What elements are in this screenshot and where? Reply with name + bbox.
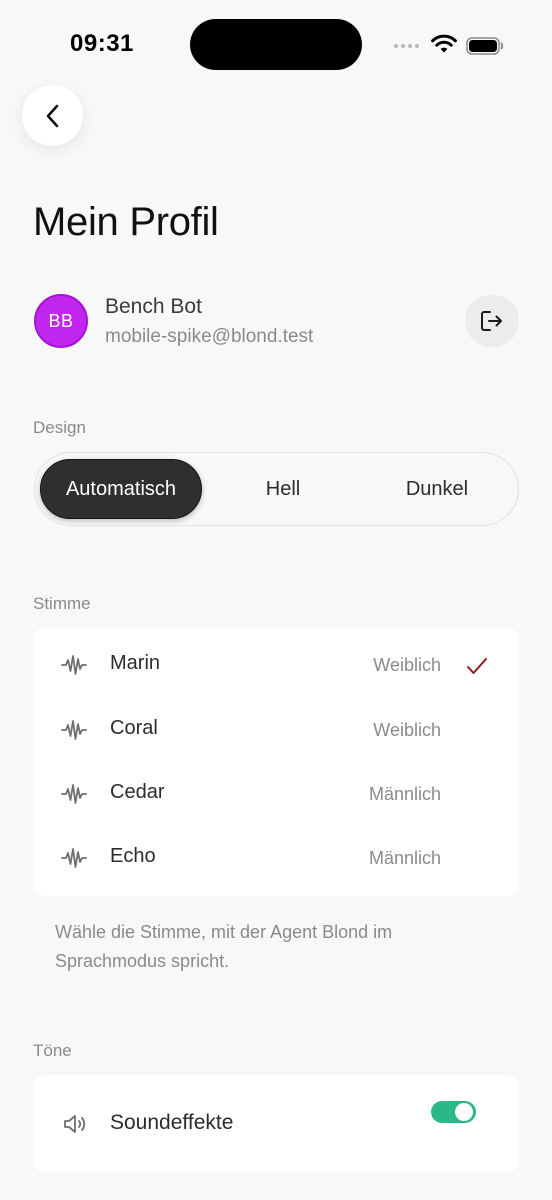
waveform-icon [61, 720, 87, 740]
tones-section-label: Töne [33, 1041, 72, 1060]
status-bar: 09:31 [0, 0, 552, 90]
design-option-dark[interactable]: Dunkel [357, 459, 517, 519]
voice-name: Marin [110, 652, 161, 674]
voice-gender: Weiblich [373, 720, 441, 740]
logout-icon [481, 311, 502, 331]
user-email: mobile-spike@blond.test [105, 326, 314, 347]
voice-gender: Männlich [368, 784, 441, 804]
voice-name: Cedar [110, 781, 165, 803]
voice-option-cedar[interactable]: Cedar Männlich [33, 762, 519, 826]
battery-icon [466, 37, 504, 55]
back-button[interactable] [22, 85, 83, 146]
wifi-icon [431, 34, 457, 53]
avatar: BB [34, 294, 88, 348]
sound-effects-label: Soundeffekte [110, 1111, 234, 1134]
speaker-icon [64, 1115, 86, 1133]
logout-button[interactable] [465, 295, 519, 347]
design-section-label: Design [33, 418, 86, 437]
voice-section-label: Stimme [33, 594, 91, 613]
design-option-automatic[interactable]: Automatisch [40, 459, 202, 519]
waveform-icon [61, 784, 87, 804]
page-title: Mein Profil [33, 200, 219, 244]
dynamic-island [190, 19, 362, 70]
toggle-knob [455, 1103, 473, 1121]
voice-list: Marin Weiblich Coral Weiblich Cedar Männ… [33, 628, 519, 896]
voice-option-coral[interactable]: Coral Weiblich [33, 698, 519, 762]
cellular-signal-icon [394, 44, 419, 48]
voice-hint: Wähle die Stimme, mit der Agent Blond im… [55, 922, 393, 971]
design-option-light[interactable]: Hell [203, 459, 363, 519]
tones-card: Soundeffekte [33, 1075, 519, 1172]
voice-name: Echo [110, 845, 156, 867]
voice-name: Coral [110, 717, 158, 739]
voice-gender: Weiblich [373, 655, 441, 675]
design-segmented-control: Automatisch Hell Dunkel [34, 452, 519, 526]
voice-option-echo[interactable]: Echo Männlich [33, 826, 519, 890]
sound-effects-toggle[interactable] [431, 1101, 476, 1123]
status-time: 09:31 [70, 30, 134, 57]
waveform-icon [61, 655, 87, 675]
voice-option-marin[interactable]: Marin Weiblich [33, 633, 519, 697]
voice-gender: Männlich [368, 848, 441, 868]
user-name: Bench Bot [105, 295, 202, 318]
chevron-left-icon [46, 104, 58, 127]
waveform-icon [61, 848, 87, 868]
checkmark-icon [467, 658, 487, 674]
